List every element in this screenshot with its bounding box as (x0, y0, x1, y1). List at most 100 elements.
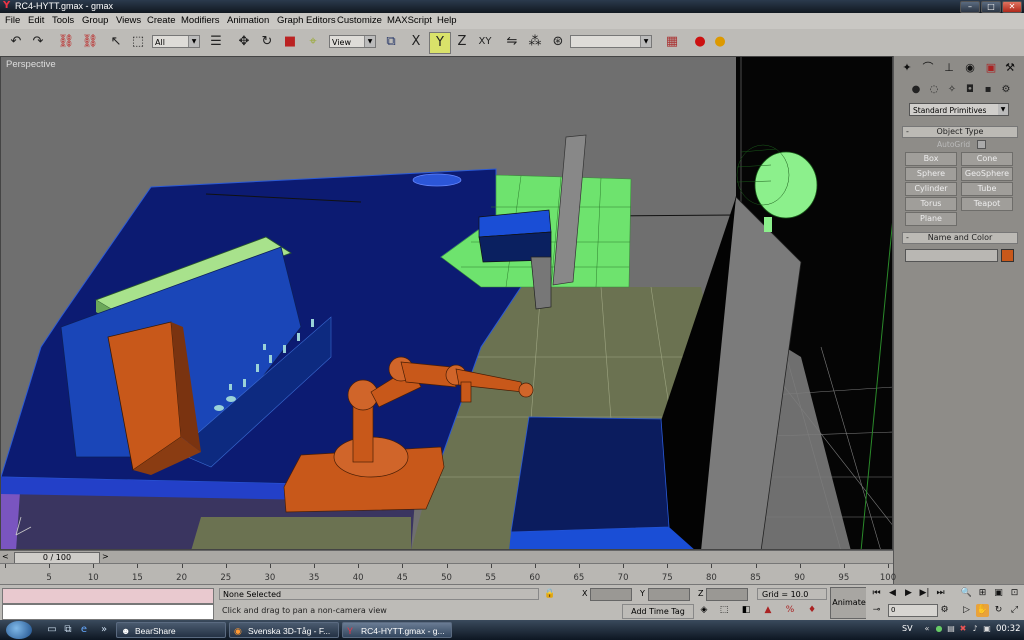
tube-button[interactable]: Tube (961, 182, 1013, 196)
mirror-icon[interactable]: ⇋ (502, 32, 522, 52)
zoom-extents-all-icon[interactable]: ⊡ (1008, 587, 1021, 600)
previous-frame-icon[interactable]: ◀ (886, 587, 899, 600)
next-frame-arrow-icon[interactable]: > (102, 552, 109, 561)
go-to-end-icon[interactable]: ⏭ (934, 587, 947, 600)
field-of-view-icon[interactable]: ▷ (960, 604, 973, 617)
go-to-start-icon[interactable]: ⏮ (870, 587, 883, 600)
display-tab-icon[interactable]: ▣ (983, 60, 999, 76)
reference-coordinate-dropdown[interactable]: View ▼ (329, 35, 376, 48)
prev-frame-arrow-icon[interactable]: < (2, 552, 9, 561)
task-gmax[interactable]: Y RC4-HYTT.gmax - g... (342, 622, 452, 638)
torus-button[interactable]: Torus (905, 197, 957, 211)
next-frame-icon[interactable]: ▶| (918, 587, 931, 600)
task-bearshare[interactable]: ☻ BearShare (116, 622, 226, 638)
spinner-snap-icon[interactable]: ♦ (806, 604, 818, 616)
time-slider[interactable]: < 0 / 100 > (0, 550, 893, 564)
teapot-button[interactable]: Teapot (961, 197, 1013, 211)
restrict-x-button[interactable]: X (406, 32, 426, 52)
maximize-button[interactable]: □ (981, 1, 1001, 13)
shapes-icon[interactable]: ◌ (927, 83, 941, 97)
menu-modifiers[interactable]: Modifiers (181, 15, 220, 26)
primitive-category-dropdown[interactable]: Standard Primitives ▼ (909, 103, 1009, 116)
select-and-move-icon[interactable]: ✥ (234, 32, 254, 52)
internet-explorer-icon[interactable]: e (78, 624, 90, 636)
zoom-all-icon[interactable]: ⊞ (976, 587, 989, 600)
add-time-tag-button[interactable]: Add Time Tag (622, 604, 694, 619)
select-and-scale-icon[interactable]: ■ (280, 32, 300, 52)
motion-tab-icon[interactable]: ◉ (962, 60, 978, 76)
restrict-y-button[interactable]: Y (429, 32, 451, 54)
lights-icon[interactable]: ✧ (945, 83, 959, 97)
switch-windows-icon[interactable]: ⧉ (62, 624, 74, 636)
maxscript-listener-input[interactable] (2, 588, 214, 604)
start-button[interactable] (6, 621, 32, 639)
menu-views[interactable]: Views (116, 15, 141, 26)
menu-tools[interactable]: Tools (52, 15, 74, 26)
cylinder-button[interactable]: Cylinder (905, 182, 957, 196)
select-manipulate-icon[interactable]: ⌖ (303, 32, 323, 52)
tray-security-icon[interactable]: ✖ (958, 624, 968, 634)
systems-icon[interactable]: ⚙ (999, 83, 1013, 97)
box-button[interactable]: Box (905, 152, 957, 166)
crossing-select-icon[interactable]: ⬚ (718, 604, 730, 616)
plane-button[interactable]: Plane (905, 212, 957, 226)
arc-rotate-icon[interactable]: ↻ (992, 604, 1005, 617)
object-type-rollout[interactable]: - Object Type (902, 126, 1018, 138)
selection-filter-dropdown[interactable]: All ▼ (152, 35, 200, 48)
object-name-input[interactable] (905, 249, 998, 262)
zoom-extents-icon[interactable]: ▣ (992, 587, 1005, 600)
close-button[interactable]: ✕ (1002, 1, 1022, 13)
tray-network-icon[interactable]: ▤ (946, 624, 956, 634)
sphere-button[interactable]: Sphere (905, 167, 957, 181)
restrict-xy-button[interactable]: XY (475, 32, 495, 52)
time-config-icon[interactable]: ⚙ (938, 604, 951, 617)
select-and-link-icon[interactable]: ⛓ (56, 32, 76, 52)
quick-render-icon[interactable]: ● (710, 32, 730, 52)
viewport-label[interactable]: Perspective (6, 59, 56, 70)
array-icon[interactable]: ⁂ (525, 32, 545, 52)
material-editor-icon[interactable]: ▦ (662, 32, 682, 52)
menu-edit[interactable]: Edit (28, 15, 44, 26)
zoom-icon[interactable]: 🔍 (960, 587, 973, 600)
menu-create[interactable]: Create (147, 15, 176, 26)
menu-group[interactable]: Group (82, 15, 108, 26)
object-color-swatch[interactable] (1001, 249, 1014, 262)
render-scene-icon[interactable]: ● (690, 32, 710, 52)
select-by-name-icon[interactable]: ☰ (206, 32, 226, 52)
current-frame-field[interactable]: 0 (888, 604, 938, 617)
region-select-icon[interactable]: ⬚ (128, 32, 148, 52)
cone-button[interactable]: Cone (961, 152, 1013, 166)
redo-icon[interactable]: ↷ (28, 32, 48, 52)
menu-file[interactable]: File (5, 15, 20, 26)
geosphere-button[interactable]: GeoSphere (961, 167, 1013, 181)
geometry-icon[interactable]: ● (909, 83, 923, 97)
quicklaunch-more-icon[interactable]: » (98, 624, 110, 636)
key-mode-icon[interactable]: ⊸ (870, 604, 883, 617)
utilities-tab-icon[interactable]: ⚒ (1002, 60, 1018, 76)
snap-3d-icon[interactable]: ◧ (740, 604, 752, 616)
isolate-icon[interactable]: ◈ (698, 604, 710, 616)
restrict-z-button[interactable]: Z (452, 32, 472, 52)
tray-display-icon[interactable]: ▣ (982, 624, 992, 634)
track-bar[interactable]: 5 10 15 20 25 30 35 40 45 50 55 60 65 70 75 80 85 90 95 100 (0, 563, 896, 585)
angle-snap-icon[interactable]: ▲ (762, 604, 774, 616)
unlink-selection-icon[interactable]: ⛓ (80, 32, 100, 52)
menu-animation[interactable]: Animation (227, 15, 269, 26)
tray-arrow-icon[interactable]: « (922, 624, 932, 634)
show-desktop-icon[interactable]: ▭ (46, 624, 58, 636)
tray-app-icon[interactable]: ● (934, 624, 944, 634)
select-object-icon[interactable]: ↖ (106, 32, 126, 52)
named-selection-dropdown[interactable]: ▼ (570, 35, 652, 48)
maxscript-output[interactable] (2, 604, 214, 620)
menu-help[interactable]: Help (437, 15, 457, 26)
language-indicator[interactable]: SV (902, 624, 913, 633)
percent-snap-icon[interactable]: % (784, 604, 796, 616)
helpers-icon[interactable]: ▪ (981, 83, 995, 97)
select-and-rotate-icon[interactable]: ↻ (257, 32, 277, 52)
minimize-button[interactable]: – (960, 1, 980, 13)
name-and-color-rollout[interactable]: - Name and Color (902, 232, 1018, 244)
hierarchy-tab-icon[interactable]: ⊥ (941, 60, 957, 76)
pivot-center-icon[interactable]: ⧉ (381, 32, 401, 52)
task-firefox[interactable]: ◉ Svenska 3D-Tåg - F... (229, 622, 339, 638)
pan-hand-icon[interactable]: ✋ (976, 604, 989, 617)
